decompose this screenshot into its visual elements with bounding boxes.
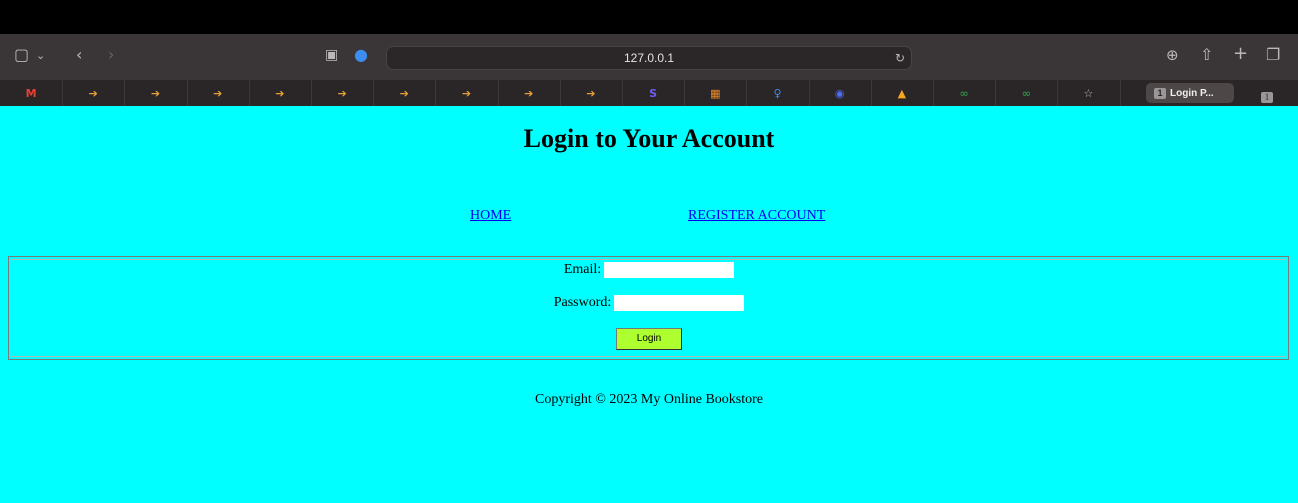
bookmark-arrow-icon: ➔: [150, 86, 161, 100]
address-text: 127.0.0.1: [623, 51, 675, 65]
firebase-icon: ▲: [897, 86, 907, 100]
bookmark-arrow-icon: ➔: [399, 86, 409, 100]
forward-icon[interactable]: ›: [108, 47, 114, 63]
favorite-item[interactable]: ➔: [435, 80, 499, 106]
sidebar-toggle-icon[interactable]: ▢: [14, 47, 29, 63]
bookmark-arrow-icon: ➔: [275, 86, 285, 100]
favorite-item[interactable]: ➔: [62, 80, 126, 106]
share-icon[interactable]: ⇧: [1200, 47, 1213, 63]
geeks-icon: ∞: [959, 86, 969, 100]
code-icon: ◉: [834, 86, 845, 100]
favorite-item[interactable]: ➔: [498, 80, 561, 106]
favorite-item[interactable]: ♀: [746, 80, 810, 106]
address-bar[interactable]: 127.0.0.1 ↻: [386, 46, 912, 70]
favorites-bar: M ➔ ➔ ➔ ➔ ➔ ➔ ➔ ➔ ➔ S ▦ ♀ ◉ ▲ ∞ ∞ ☆: [0, 80, 1298, 106]
login-button[interactable]: Login: [616, 328, 682, 350]
favorite-item[interactable]: ➔: [124, 80, 188, 106]
app-grid-icon: ▦: [710, 86, 721, 100]
email-row: Email:: [0, 262, 1298, 278]
tab-badge: 1: [1154, 87, 1166, 99]
download-icon[interactable]: ⊕: [1166, 47, 1179, 63]
favorite-item[interactable]: ➔: [560, 80, 623, 106]
tab-second[interactable]: 1: [1261, 87, 1277, 105]
bookmark-arrow-icon: ➔: [213, 86, 223, 100]
favorite-item[interactable]: ∞: [933, 80, 997, 106]
favorite-item[interactable]: ➔: [373, 80, 437, 106]
register-link[interactable]: REGISTER ACCOUNT: [688, 208, 825, 224]
favorite-item[interactable]: ➔: [187, 80, 250, 106]
geeks-icon: ∞: [1021, 86, 1031, 100]
extension-icon[interactable]: ●: [354, 47, 368, 63]
bookmark-arrow-icon: ➔: [88, 86, 98, 100]
tab-login[interactable]: 1 Login P...: [1146, 83, 1234, 103]
favorite-item[interactable]: ▦: [684, 80, 748, 106]
email-field[interactable]: [604, 262, 735, 278]
footer-copyright: Copyright © 2023 My Online Bookstore: [534, 392, 764, 407]
favorite-item[interactable]: ➔: [249, 80, 312, 106]
favorite-item[interactable]: ◉: [809, 80, 872, 106]
favorite-item[interactable]: ☆: [1057, 80, 1121, 106]
password-label: Password:: [553, 295, 612, 310]
password-field[interactable]: [614, 295, 745, 311]
favorite-item[interactable]: ➔: [311, 80, 375, 106]
new-tab-icon[interactable]: +: [1233, 45, 1248, 63]
notion-icon[interactable]: ▣: [325, 47, 338, 63]
email-label: Email:: [563, 262, 602, 277]
bookmark-arrow-icon: ➔: [461, 86, 472, 100]
tab-badge: 1: [1261, 92, 1273, 103]
home-link[interactable]: HOME: [470, 208, 511, 224]
bookmark-arrow-icon: ➔: [586, 86, 596, 100]
favorite-item[interactable]: ▲: [871, 80, 934, 106]
back-icon[interactable]: ‹: [76, 47, 82, 63]
app-s-icon: S: [649, 86, 658, 100]
bookmark-arrow-icon: ➔: [337, 86, 347, 100]
password-row: Password:: [0, 295, 1298, 311]
star-icon: ☆: [1083, 86, 1094, 100]
bookmark-arrow-icon: ➔: [524, 86, 534, 100]
bulb-icon: ♀: [773, 86, 782, 100]
favorite-item[interactable]: M: [0, 80, 64, 106]
window-top-bar: [0, 0, 1298, 34]
gmail-icon: M: [25, 86, 37, 100]
chevron-down-icon[interactable]: ⌄: [36, 48, 45, 64]
favorite-item[interactable]: ∞: [995, 80, 1059, 106]
favorite-item[interactable]: S: [622, 80, 686, 106]
tab-label: Login P...: [1170, 87, 1214, 99]
tab-overview-icon[interactable]: ❐: [1266, 47, 1280, 63]
page-title: Login to Your Account: [523, 124, 775, 153]
reload-icon[interactable]: ↻: [895, 51, 905, 65]
